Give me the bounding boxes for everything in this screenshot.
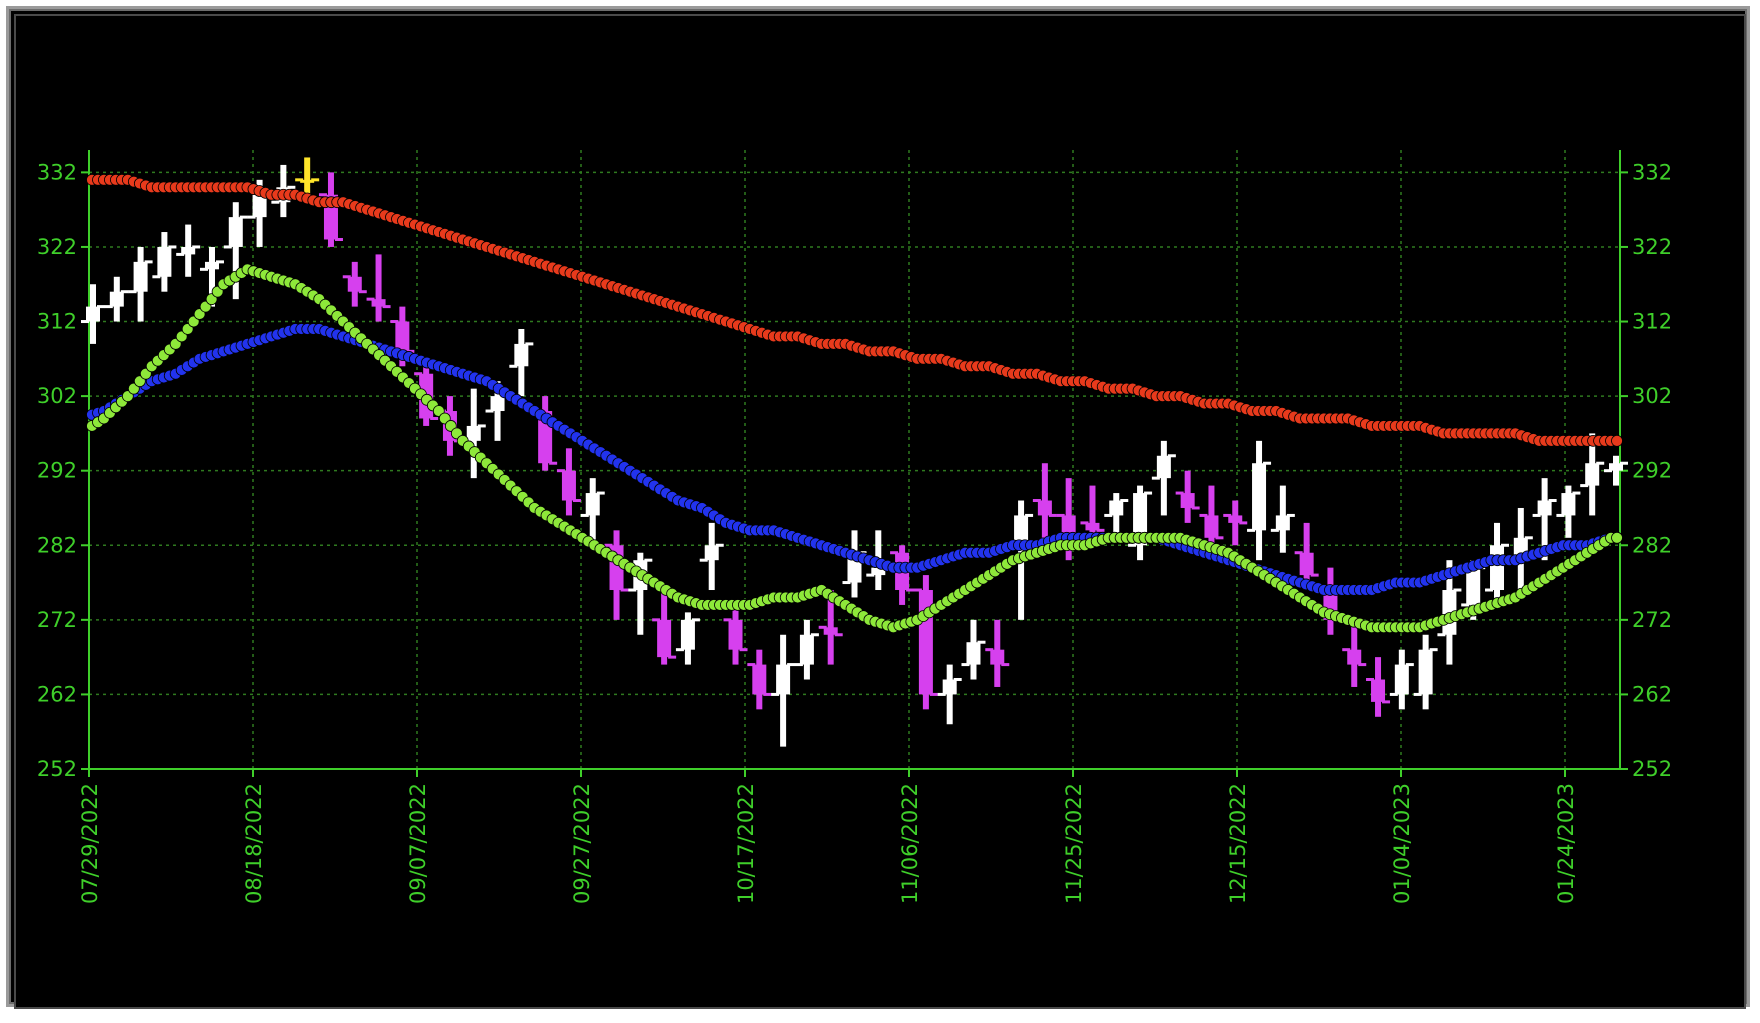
price-bar xyxy=(1413,634,1438,710)
x-tick-label: 09/07/2022 xyxy=(406,783,430,904)
price-chart: 252 262 272 282 292 302 312 322 332 252 262 272 282… xyxy=(37,150,1672,904)
moving-average-series xyxy=(86,173,1623,447)
y-tick-label: 322 xyxy=(37,235,77,259)
y-tick-label: 312 xyxy=(37,310,77,334)
price-bar xyxy=(652,590,677,665)
price-bar xyxy=(1223,500,1248,546)
x-axis-labels: 07/29/2022 08/18/2022 09/07/2022 09/27/2022… xyxy=(78,783,1578,904)
price-bar xyxy=(1247,440,1272,561)
price-bar xyxy=(1366,657,1391,717)
y-tick-label: 292 xyxy=(1632,459,1672,483)
y-axis-labels-right: 252 262 272 282 292 302 312 322 332 xyxy=(1632,160,1672,781)
y-tick-label: 272 xyxy=(37,608,77,632)
grid-lines xyxy=(89,150,1620,769)
price-bar xyxy=(556,448,581,516)
x-tick-label: 10/17/2022 xyxy=(734,783,758,904)
y-tick-label: 252 xyxy=(1632,757,1672,781)
y-tick-label: 322 xyxy=(1632,235,1672,259)
price-bar xyxy=(1128,485,1153,561)
y-tick-label: 272 xyxy=(1632,608,1672,632)
price-bar xyxy=(81,284,105,344)
price-bar xyxy=(961,619,986,680)
y-tick-label: 292 xyxy=(37,459,77,483)
price-bar xyxy=(318,172,343,247)
x-tick-label: 07/29/2022 xyxy=(78,783,102,904)
price-bar xyxy=(723,604,748,665)
y-tick-label: 302 xyxy=(37,384,77,408)
price-bar xyxy=(104,276,129,322)
x-tick-label: 12/15/2022 xyxy=(1226,783,1250,904)
y-axis-labels-left: 252 262 272 282 292 302 312 322 332 xyxy=(37,160,77,781)
price-bar xyxy=(1508,507,1533,591)
price-bar xyxy=(366,254,391,322)
x-tick-label: 08/18/2022 xyxy=(242,783,266,904)
price-bar xyxy=(747,649,772,710)
price-bar xyxy=(890,545,915,605)
price-bar xyxy=(1318,567,1343,635)
price-bar xyxy=(771,634,796,747)
y-tick-label: 262 xyxy=(37,682,77,706)
x-tick-label: 11/06/2022 xyxy=(898,783,922,904)
price-bar xyxy=(509,328,534,397)
price-bar xyxy=(699,522,724,591)
price-bar xyxy=(342,261,367,307)
x-tick-label: 11/25/2022 xyxy=(1062,783,1086,904)
x-tick-label: 09/27/2022 xyxy=(570,783,594,904)
y-tick-label: 302 xyxy=(1632,384,1672,408)
price-bar xyxy=(1556,485,1581,538)
y-tick-label: 282 xyxy=(37,533,77,557)
moving-average-series xyxy=(86,323,1623,596)
price-bar xyxy=(1389,649,1414,710)
y-tick-label: 262 xyxy=(1632,682,1672,706)
x-tick-label: 01/04/2023 xyxy=(1390,783,1414,904)
ma-dot xyxy=(1611,434,1623,447)
price-bar xyxy=(985,619,1010,687)
price-bar xyxy=(176,224,201,277)
price-bar xyxy=(1032,463,1057,546)
price-bar xyxy=(1175,470,1200,523)
y-tick-label: 332 xyxy=(1632,160,1672,184)
y-tick-label: 282 xyxy=(1632,533,1672,557)
ma-dot xyxy=(1611,531,1623,544)
price-bar xyxy=(128,246,153,322)
price-bar xyxy=(604,530,629,620)
y-tick-label: 332 xyxy=(37,160,77,184)
price-bars xyxy=(81,157,1628,747)
y-tick-label: 252 xyxy=(37,757,77,781)
price-bar xyxy=(1104,493,1129,538)
price-bar xyxy=(794,619,819,680)
price-bar xyxy=(295,157,320,195)
y-tick-label: 312 xyxy=(1632,310,1672,334)
x-tick-label: 01/24/2023 xyxy=(1554,783,1578,904)
price-bar xyxy=(1151,440,1176,516)
price-bar xyxy=(913,575,938,710)
price-bar xyxy=(152,232,177,292)
price-bar xyxy=(1199,485,1224,546)
price-bar xyxy=(1270,485,1295,553)
